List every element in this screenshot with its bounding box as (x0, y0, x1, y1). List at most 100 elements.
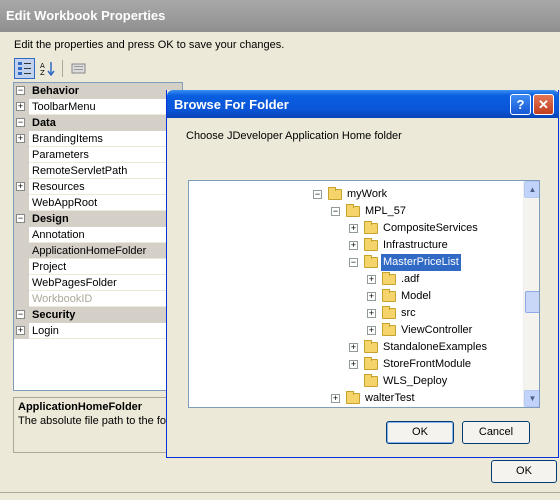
property-row[interactable]: WorkbookID (14, 291, 182, 307)
folder-icon (382, 306, 396, 319)
close-button[interactable]: ✕ (533, 94, 554, 115)
alphabetical-button[interactable]: A Z (37, 58, 58, 79)
row-gutter (14, 275, 29, 291)
tree-node[interactable]: + CompositeServices (189, 220, 523, 237)
tree-node[interactable]: + StoreFrontModule (189, 356, 523, 373)
folder-icon (364, 221, 378, 234)
collapse-icon[interactable]: − (16, 118, 25, 127)
scroll-thumb[interactable] (525, 291, 539, 313)
expand-icon[interactable]: + (16, 134, 25, 143)
property-row[interactable]: + ToolbarMenu (14, 99, 182, 115)
expand-icon[interactable]: + (349, 360, 358, 369)
expand-icon[interactable]: + (349, 224, 358, 233)
property-label: Data (32, 117, 56, 129)
tree-node[interactable]: + Model (189, 288, 523, 305)
tree-node[interactable]: + Infrastructure (189, 237, 523, 254)
tree-node[interactable]: + src (189, 305, 523, 322)
browse-prompt: Choose JDeveloper Application Home folde… (186, 130, 402, 142)
row-gutter (14, 163, 29, 179)
property-description-panel: ApplicationHomeFolder The absolute file … (13, 397, 183, 453)
help-button[interactable]: ? (510, 94, 531, 115)
window-title: Edit Workbook Properties (6, 8, 166, 23)
folder-name: MPL_57 (365, 205, 406, 217)
close-icon: ✕ (538, 97, 549, 112)
tree-node[interactable]: + walterTest (189, 390, 523, 407)
browse-ok-button[interactable]: OK (386, 421, 454, 444)
property-grid: − Behavior + ToolbarMenu − Data + BrandingItems… (13, 82, 183, 391)
property-category[interactable]: − Design (14, 211, 182, 227)
folder-name: WLS_Deploy (383, 375, 448, 387)
toolbar-separator (62, 60, 63, 77)
row-gutter (14, 147, 29, 163)
folder-name: StandaloneExamples (383, 341, 487, 353)
folder-icon (382, 289, 396, 302)
instructions-text: Edit the properties and press OK to save… (14, 39, 285, 51)
folder-name: CompositeServices (383, 222, 478, 234)
folder-tree: − myWork − MPL_57 + CompositeServices + Infrast… (188, 180, 540, 408)
folder-name: StoreFrontModule (383, 358, 472, 370)
tree-node[interactable]: + ViewController (189, 322, 523, 339)
expand-icon[interactable]: + (367, 309, 376, 318)
property-row[interactable]: Project (14, 259, 182, 275)
row-gutter (14, 227, 29, 243)
folder-tree-rows: − myWork − MPL_57 + CompositeServices + Infrast… (189, 181, 523, 407)
folder-icon (346, 391, 360, 404)
scroll-down-button[interactable]: ▼ (524, 390, 539, 407)
folder-name: myWork (347, 188, 388, 200)
property-row[interactable]: Parameters (14, 147, 182, 163)
property-row[interactable]: RemoteServletPath (14, 163, 182, 179)
property-category[interactable]: − Security (14, 307, 182, 323)
collapse-icon[interactable]: − (349, 258, 358, 267)
tree-node[interactable]: − myWork (189, 186, 523, 203)
window-title-bar: Edit Workbook Properties (0, 0, 560, 32)
browse-cancel-button[interactable]: Cancel (462, 421, 530, 444)
row-gutter (14, 195, 29, 211)
collapse-icon[interactable]: − (331, 207, 340, 216)
property-label: WebPagesFolder (32, 277, 117, 289)
property-row[interactable]: + Resources (14, 179, 182, 195)
categorized-button[interactable] (14, 58, 35, 79)
tree-node[interactable]: − MasterPriceList (189, 254, 523, 271)
expand-icon[interactable]: + (349, 241, 358, 250)
property-row[interactable]: WebPagesFolder (14, 275, 182, 291)
tree-node[interactable]: − MPL_57 (189, 203, 523, 220)
expand-icon[interactable]: + (367, 292, 376, 301)
expand-icon[interactable]: + (349, 343, 358, 352)
property-label: BrandingItems (32, 133, 103, 145)
scroll-up-button[interactable]: ▲ (524, 181, 539, 198)
folder-icon (364, 238, 378, 251)
expand-icon[interactable]: + (16, 102, 25, 111)
description-title: ApplicationHomeFolder (18, 401, 143, 413)
property-label: Resources (32, 181, 85, 193)
property-pages-button[interactable] (68, 58, 89, 79)
tree-scrollbar[interactable]: ▲ ▼ (523, 181, 539, 407)
folder-icon (346, 204, 360, 217)
expand-icon[interactable]: + (16, 182, 25, 191)
expand-icon[interactable]: + (16, 326, 25, 335)
tree-node[interactable]: WLS_Deploy (189, 373, 523, 390)
property-category[interactable]: − Behavior (14, 83, 182, 99)
tree-node[interactable]: + StandaloneExamples (189, 339, 523, 356)
folder-icon (364, 357, 378, 370)
property-row[interactable]: ApplicationHomeFolder (14, 243, 182, 259)
property-row[interactable]: + BrandingItems (14, 131, 182, 147)
tree-node[interactable]: + .adf (189, 271, 523, 288)
expand-icon[interactable]: + (331, 394, 340, 403)
property-row[interactable]: + Login (14, 323, 182, 339)
expand-icon[interactable]: + (367, 326, 376, 335)
property-category[interactable]: − Data (14, 115, 182, 131)
property-row[interactable]: Annotation (14, 227, 182, 243)
collapse-icon[interactable]: − (16, 310, 25, 319)
property-row[interactable]: WebAppRoot (14, 195, 182, 211)
expand-icon[interactable]: + (367, 275, 376, 284)
collapse-icon[interactable]: − (16, 214, 25, 223)
folder-icon (364, 374, 378, 387)
sort-az-icon: A Z (40, 62, 55, 76)
property-label: WorkbookID (32, 293, 93, 305)
collapse-icon[interactable]: − (313, 190, 322, 199)
property-label: ToolbarMenu (32, 101, 96, 113)
property-label: Parameters (32, 149, 89, 161)
collapse-icon[interactable]: − (16, 86, 25, 95)
folder-name: ViewController (401, 324, 473, 336)
ok-button[interactable]: OK (491, 460, 557, 483)
